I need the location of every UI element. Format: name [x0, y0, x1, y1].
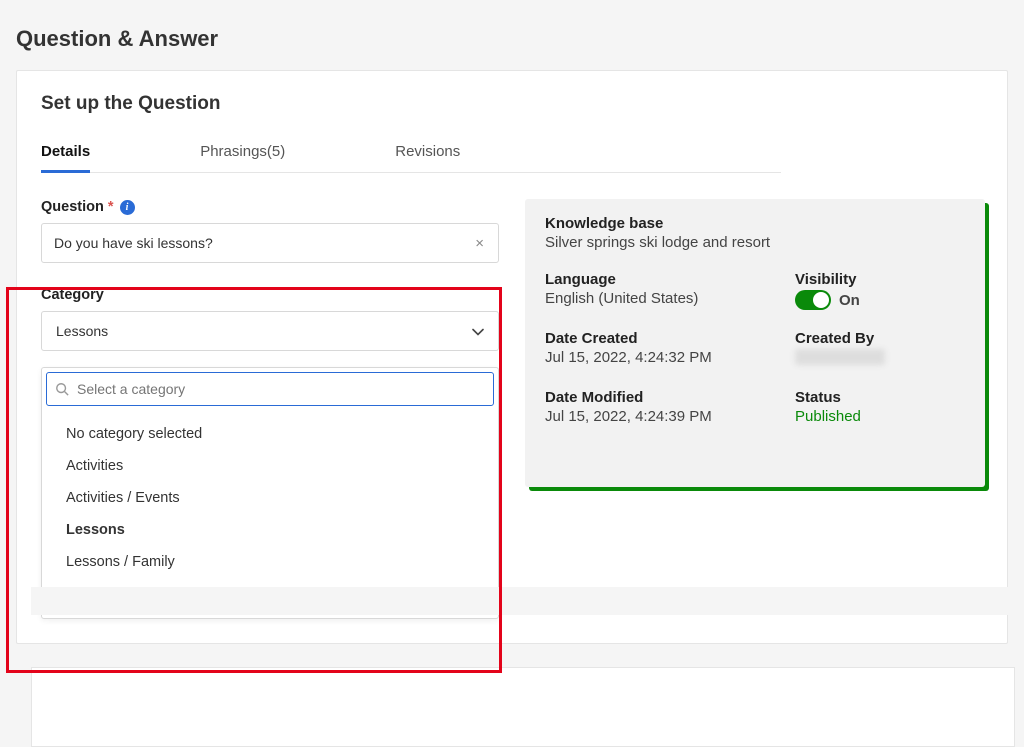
category-option[interactable]: Activities — [42, 450, 498, 482]
divider-strip — [31, 587, 1015, 615]
category-label: Category — [41, 287, 499, 303]
date-modified-value: Jul 15, 2022, 4:24:39 PM — [545, 408, 795, 425]
lower-panel — [31, 667, 1015, 747]
question-label-text: Question — [41, 199, 104, 215]
info-icon[interactable]: i — [120, 200, 135, 215]
visibility-value: On — [839, 292, 860, 309]
date-modified-label: Date Modified — [545, 389, 795, 406]
visibility-label: Visibility — [795, 271, 965, 288]
created-by-value — [795, 349, 965, 369]
question-input-wrap[interactable]: × — [41, 223, 499, 263]
right-column: Knowledge base Silver springs ski lodge … — [525, 199, 985, 619]
category-select[interactable]: Lessons — [41, 311, 499, 351]
card-title: Set up the Question — [41, 93, 983, 115]
category-option[interactable]: Lessons / Family — [42, 546, 498, 578]
language-value: English (United States) — [545, 290, 795, 307]
date-created-value: Jul 15, 2022, 4:24:32 PM — [545, 349, 795, 366]
tab-phrasings[interactable]: Phrasings(5) — [200, 135, 285, 172]
question-input[interactable] — [52, 234, 471, 252]
page-title: Question & Answer — [16, 26, 1008, 52]
kb-value: Silver springs ski lodge and resort — [545, 234, 795, 251]
language-label: Language — [545, 271, 795, 288]
tab-bar: Details Phrasings(5) Revisions — [41, 135, 781, 173]
category-search-input[interactable] — [75, 380, 485, 398]
metadata-panel: Knowledge base Silver springs ski lodge … — [525, 199, 985, 487]
created-by-label: Created By — [795, 330, 965, 347]
date-created-label: Date Created — [545, 330, 795, 347]
question-card: Set up the Question Details Phrasings(5)… — [16, 70, 1008, 644]
category-selected-value: Lessons — [56, 323, 108, 339]
toggle-track — [795, 290, 831, 310]
category-option-selected[interactable]: Lessons — [42, 514, 498, 546]
category-dropdown: No category selected Activities Activiti… — [41, 367, 499, 619]
question-label: Question * i — [41, 199, 499, 215]
status-label: Status — [795, 389, 965, 406]
chevron-down-icon — [472, 324, 484, 339]
kb-label: Knowledge base — [545, 215, 795, 232]
visibility-toggle[interactable]: On — [795, 290, 860, 310]
clear-icon[interactable]: × — [471, 235, 488, 252]
search-icon — [55, 382, 69, 396]
tab-details[interactable]: Details — [41, 135, 90, 173]
status-value: Published — [795, 408, 965, 425]
left-column: Question * i × Category Lessons — [41, 199, 499, 619]
category-search-wrap[interactable] — [46, 372, 494, 406]
category-option[interactable]: Activities / Events — [42, 482, 498, 514]
category-option[interactable]: No category selected — [42, 418, 498, 450]
required-asterisk: * — [108, 199, 114, 215]
tab-revisions[interactable]: Revisions — [395, 135, 460, 172]
